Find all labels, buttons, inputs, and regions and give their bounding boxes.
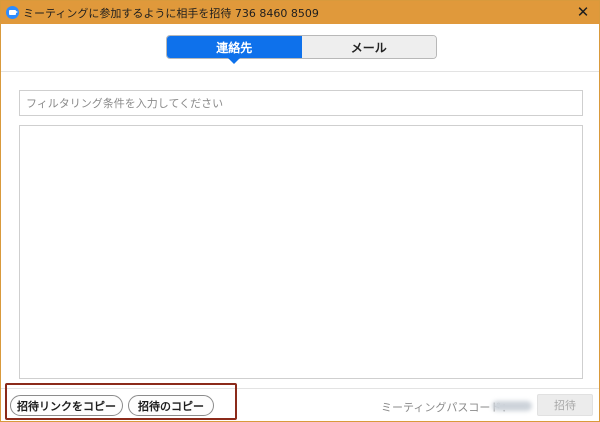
divider [1,71,599,72]
copy-invitation-button[interactable]: 招待のコピー [128,395,214,416]
contact-list[interactable] [19,125,583,379]
invite-dialog: ミーティングに参加するように相手を招待 736 8460 8509 ✕ 連絡先 … [0,0,600,422]
close-icon[interactable]: ✕ [573,2,593,22]
tab-contacts[interactable]: 連絡先 [167,36,302,64]
window-title: ミーティングに参加するように相手を招待 736 8460 8509 [23,7,319,20]
copy-invite-link-button[interactable]: 招待リンクをコピー [10,395,123,416]
zoom-camera-icon [6,6,19,19]
title-bar: ミーティングに参加するように相手を招待 736 8460 8509 ✕ [1,1,599,24]
filter-input[interactable] [19,90,583,116]
invite-button[interactable]: 招待 [537,394,593,416]
passcode-value-redacted [492,401,532,411]
tab-switcher: 連絡先 メール [166,35,437,64]
tab-email[interactable]: メール [301,36,436,58]
